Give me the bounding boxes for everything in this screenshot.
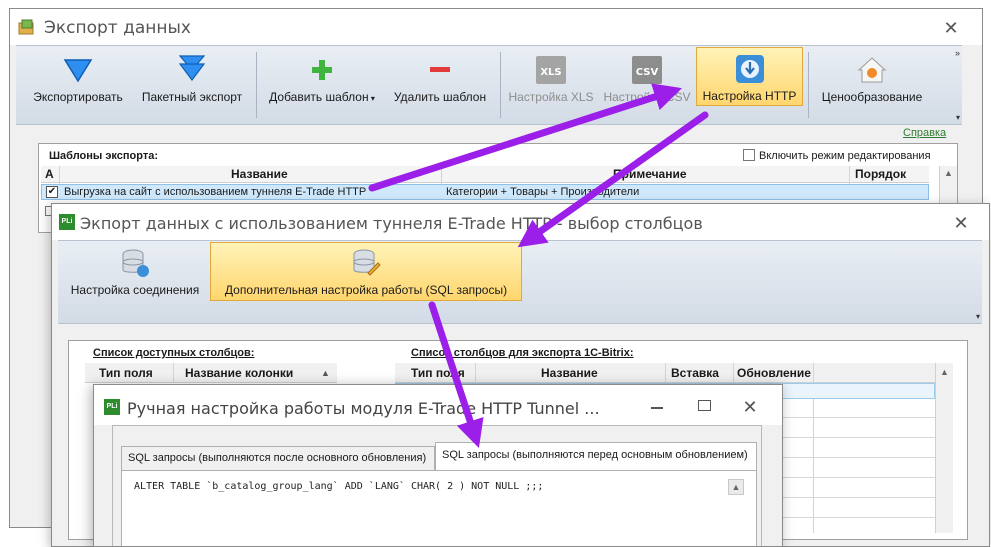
vertical-scrollbar[interactable]: ▲: [935, 363, 953, 533]
remove-template-label: Удалить шаблон: [393, 90, 487, 104]
tab-sql-before[interactable]: SQL запросы (выполняются перед основным …: [435, 442, 757, 471]
available-grid-header: Тип поля Название колонки ▲: [85, 363, 337, 383]
app-icon: PLi: [104, 399, 120, 415]
col-name[interactable]: Название: [541, 366, 598, 380]
templates-grid-header: А Название Примечание Порядок: [41, 166, 929, 183]
export-label: Экспортировать: [33, 90, 123, 104]
edit-mode-label: Включить режим редактирования: [759, 150, 931, 162]
svg-text:CSV: CSV: [636, 67, 659, 78]
pricing-label: Ценообразование: [821, 90, 923, 104]
row-name: Выгрузка на сайт с использованием туннел…: [64, 186, 367, 198]
toolbar-collapse-icon[interactable]: ▾: [956, 113, 960, 122]
col-field-type[interactable]: Тип поля: [99, 366, 153, 380]
scroll-up-icon[interactable]: ▲: [940, 367, 949, 377]
add-template-button[interactable]: Добавить шаблон ▾: [260, 54, 384, 104]
xls-settings-button[interactable]: XLS Настройка XLS: [504, 54, 598, 104]
row-note: Категории + Товары + Производители: [446, 186, 640, 198]
window-titlebar: PLi Экпорт данных с использованием тунне…: [52, 204, 989, 240]
export-button[interactable]: Экспортировать: [24, 54, 132, 104]
col-field-type[interactable]: Тип поля: [411, 366, 465, 380]
connection-settings-button[interactable]: Настройка соединения: [64, 247, 206, 297]
xls-settings-label: Настройка XLS: [508, 90, 594, 104]
http-settings-label: Настройка HTTP: [702, 89, 797, 103]
sql-textarea[interactable]: ALTER TABLE `b_catalog_group_lang` ADD `…: [128, 475, 730, 545]
scroll-up-button[interactable]: ▲: [728, 479, 744, 495]
toolbar-collapse-icon[interactable]: ▾: [976, 312, 980, 321]
col-order[interactable]: Порядок: [855, 167, 906, 181]
col-name[interactable]: Название: [231, 167, 288, 181]
add-template-text: Добавить шаблон: [269, 90, 369, 104]
export-arrow-icon: [63, 59, 93, 83]
sql-text: ALTER TABLE `b_catalog_group_lang` ADD `…: [134, 481, 544, 492]
csv-file-icon: CSV: [632, 56, 662, 84]
toolbar-separator: [808, 52, 809, 118]
tab-sql-after-label: SQL запросы (выполняются после основного…: [128, 452, 427, 464]
database-edit-icon: [353, 249, 381, 276]
window-titlebar: Экспорт данных ✕: [10, 9, 982, 45]
home-price-icon: [857, 57, 887, 83]
database-connection-icon: [122, 249, 149, 277]
http-globe-icon: [735, 55, 764, 83]
toolbar-separator: [256, 52, 257, 118]
col-active[interactable]: А: [45, 167, 54, 181]
edit-mode-checkbox[interactable]: [743, 149, 755, 161]
app-icon: PLi: [59, 214, 75, 230]
advanced-sql-label: Дополнительная настройка работы (SQL зап…: [224, 283, 508, 297]
close-icon[interactable]: ✕: [950, 212, 972, 234]
scroll-up-icon[interactable]: ▲: [944, 168, 953, 178]
window-title: Ручная настройка работы модуля E-Trade H…: [127, 399, 600, 418]
window-titlebar: PLi Ручная настройка работы модуля E-Tra…: [94, 385, 782, 425]
connection-settings-label: Настройка соединения: [70, 283, 200, 297]
batch-export-label: Пакетный экспорт: [141, 90, 243, 104]
window-title: Экспорт данных: [44, 18, 191, 38]
sql-tabs-container: SQL запросы (выполняются после основного…: [112, 425, 762, 546]
minus-icon: [430, 67, 450, 72]
tab-sql-after[interactable]: SQL запросы (выполняются после основного…: [121, 446, 435, 470]
available-columns-title: Список доступных столбцов:: [93, 347, 255, 359]
dropdown-caret-icon: ▾: [368, 94, 375, 103]
xls-file-icon: XLS: [536, 56, 566, 84]
add-template-label: Добавить шаблон ▾: [260, 90, 384, 104]
csv-settings-label: Настройка CSV: [603, 90, 691, 104]
maximize-icon[interactable]: [698, 400, 711, 411]
col-note[interactable]: Примечание: [613, 167, 687, 181]
app-icon: [18, 19, 36, 35]
manual-module-settings-window: PLi Ручная настройка работы модуля E-Tra…: [93, 384, 783, 547]
col-insert[interactable]: Вставка: [671, 366, 719, 380]
row-checkbox[interactable]: ✔: [46, 186, 58, 198]
help-link[interactable]: Справка: [903, 127, 946, 139]
close-icon[interactable]: ✕: [940, 17, 962, 39]
sort-up-icon[interactable]: ▲: [321, 368, 330, 378]
minimize-icon[interactable]: [651, 407, 663, 409]
svg-text:XLS: XLS: [540, 67, 561, 78]
templates-title: Шаблоны экспорта:: [49, 150, 159, 162]
close-icon[interactable]: ✕: [739, 396, 761, 418]
sql-editor-pane: ALTER TABLE `b_catalog_group_lang` ADD `…: [121, 470, 757, 546]
export-columns-title: Список столбцов для экспорта 1С-Bitrix:: [411, 347, 634, 359]
remove-template-button[interactable]: Удалить шаблон: [386, 54, 494, 104]
grid-divider: [173, 363, 174, 383]
http-settings-button[interactable]: Настройка HTTP: [696, 47, 803, 106]
column-toolbar: Настройка соединения Дополнительная наст…: [58, 240, 982, 324]
window-title: Экпорт данных с использованием туннеля E…: [80, 214, 703, 233]
plus-icon: [312, 60, 332, 80]
tab-sql-before-label: SQL запросы (выполняются перед основным …: [442, 449, 748, 461]
col-update[interactable]: Обновление: [737, 366, 811, 380]
batch-export-button[interactable]: Пакетный экспорт: [134, 54, 250, 104]
advanced-sql-button[interactable]: Дополнительная настройка работы (SQL зап…: [210, 242, 522, 301]
col-column-name[interactable]: Название колонки: [185, 366, 293, 380]
csv-settings-button[interactable]: CSV Настройка CSV: [600, 54, 694, 104]
batch-export-icon: [178, 55, 206, 81]
toolbar-overflow-icon[interactable]: »: [955, 48, 960, 58]
main-toolbar: Экспортировать Пакетный экспорт Добавить…: [16, 45, 962, 125]
table-row[interactable]: ✔ Выгрузка на сайт с использованием тунн…: [41, 184, 929, 200]
pricing-button[interactable]: Ценообразование: [812, 54, 932, 104]
toolbar-separator: [500, 52, 501, 118]
